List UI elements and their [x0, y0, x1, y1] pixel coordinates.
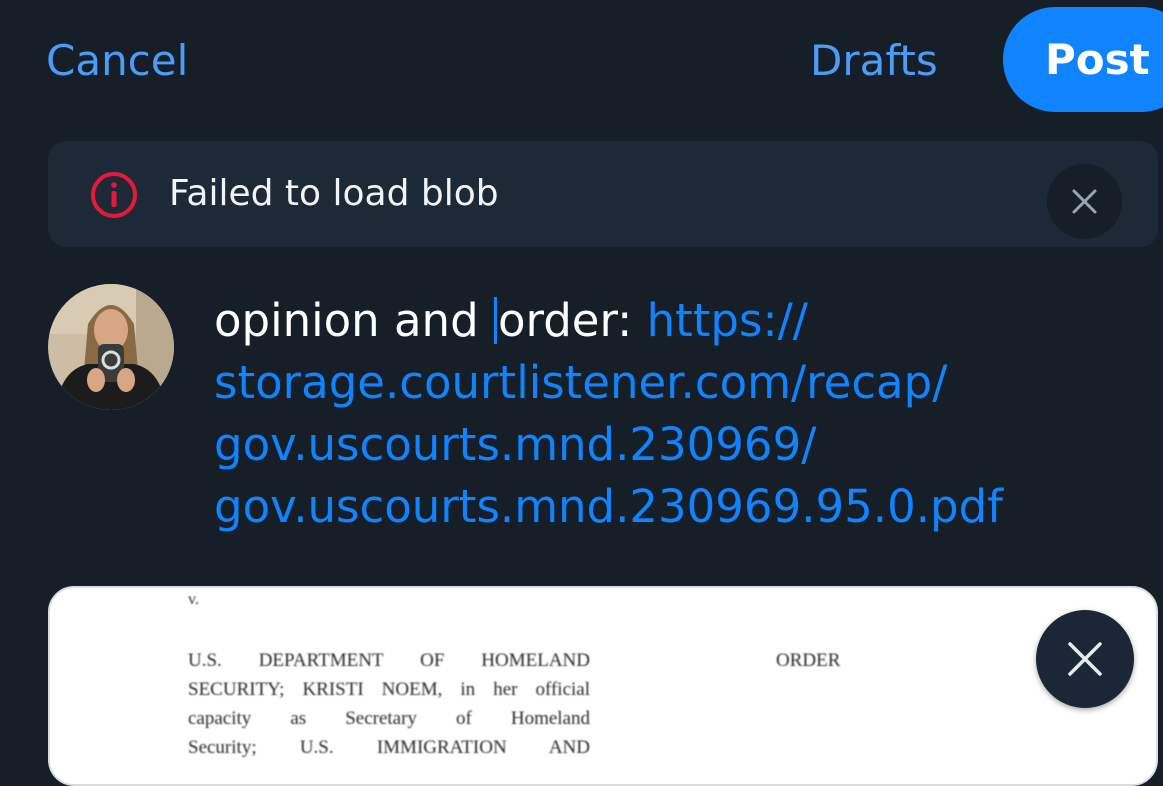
error-message: Failed to load blob: [169, 173, 499, 214]
post-text-before-caret: opinion and: [214, 294, 493, 347]
drafts-button[interactable]: Drafts: [810, 32, 938, 90]
post-button[interactable]: Post: [1003, 7, 1163, 112]
doc-caption-line: Security; U.S. IMMIGRATION AND: [188, 737, 590, 758]
post-link-line: storage.courtlistener.com/recap/: [214, 356, 948, 409]
doc-v-text: v.: [188, 591, 199, 608]
post-text-editor[interactable]: opinion and order: https:// storage.court…: [214, 290, 1114, 538]
doc-caption: U.S. DEPARTMENT OF HOMELAND SECURITY; KR…: [188, 646, 590, 762]
doc-order-label: ORDER: [776, 650, 841, 671]
cancel-button[interactable]: Cancel: [46, 32, 188, 90]
doc-caption-line: U.S. DEPARTMENT OF HOMELAND: [188, 650, 590, 671]
error-banner: Failed to load blob: [48, 141, 1158, 247]
post-link-line: gov.uscourts.mnd.230969/: [214, 418, 817, 471]
doc-caption-line: SECURITY; KRISTI NOEM, in her official: [188, 679, 590, 700]
close-icon: [1072, 189, 1097, 214]
dismiss-error-button[interactable]: [1047, 164, 1122, 239]
doc-caption-line: capacity as Secretary of Homeland: [188, 708, 590, 729]
info-circle-icon: [90, 171, 138, 219]
remove-image-button[interactable]: [1036, 610, 1134, 708]
close-icon: [1068, 642, 1102, 676]
avatar: [48, 284, 174, 410]
image-attachment[interactable]: v. U.S. DEPARTMENT OF HOMELAND SECURITY;…: [48, 586, 1158, 786]
post-text-after-caret: order:: [497, 294, 647, 347]
post-link-line: https://: [646, 294, 808, 347]
text-caret: [493, 296, 497, 345]
post-link-line: gov.uscourts.mnd.230969.95.0.pdf: [214, 480, 1003, 533]
